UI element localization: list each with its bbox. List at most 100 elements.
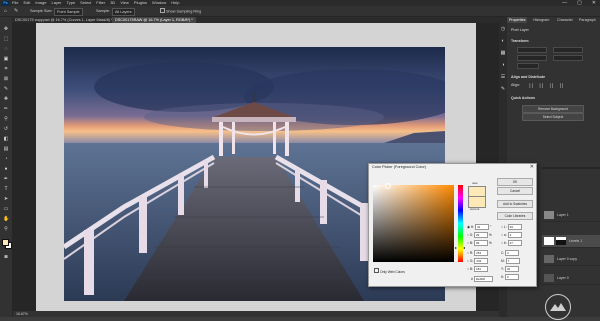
tab-histogram[interactable]: Histogram — [531, 17, 551, 23]
ok-button[interactable]: OK — [497, 178, 533, 186]
align-title[interactable]: Align and Distribute — [511, 75, 545, 79]
hue-slider[interactable]: ▸ ◂ — [455, 185, 465, 262]
layer-name: Levels 1 — [569, 239, 583, 243]
layer-thumbnail — [544, 255, 554, 263]
only-web-colors-checkbox[interactable]: Only Web Colors — [374, 268, 405, 274]
pen-tool-icon[interactable]: ✒ — [3, 177, 9, 182]
libraries-panel-icon[interactable]: ☰ — [500, 75, 506, 80]
red-input[interactable]: 253 — [474, 250, 489, 256]
tab-properties[interactable]: Properties — [507, 17, 528, 23]
rectangle-tool-icon[interactable]: ▭ — [3, 207, 9, 212]
layer-name: Layer 0 — [557, 276, 569, 280]
tab-character[interactable]: Character — [555, 17, 575, 23]
close-icon[interactable]: ✕ — [530, 164, 534, 170]
magenta-input[interactable]: 7 — [505, 258, 520, 264]
toolbar: ✥ ⬚ ◌ ▣ ⌗ ⊠ ✎ ✚ ✏ ⚲ ↺ ◧ ▤ ◔ ● ✒ T ➤ ▭ ✋ … — [0, 17, 13, 317]
yellow-input[interactable]: 32 — [504, 266, 519, 272]
align-label: Align: — [511, 83, 520, 87]
sample-select[interactable]: All Layers — [112, 8, 135, 16]
color-selection-ring[interactable] — [385, 183, 391, 189]
options-bar: ⌂ ✎ Sample Size: Point Sample Sample: Al… — [0, 6, 600, 17]
checkbox-icon — [160, 8, 165, 13]
transform-title[interactable]: Transform — [511, 39, 529, 43]
blur-tool-icon[interactable]: ◔ — [3, 157, 9, 162]
layer-thumbnail — [544, 211, 554, 219]
lab-a-input[interactable]: 2 — [507, 232, 522, 238]
frame-tool-icon[interactable]: ⊠ — [3, 77, 9, 82]
align-buttons-icon[interactable]: ▕▏▕▏▕▏▕▏ — [527, 83, 568, 88]
photoshop-logo-icon: Ps — [2, 0, 9, 6]
sample-size-select[interactable]: Point Sample — [54, 8, 83, 16]
add-to-swatches-button[interactable]: Add to Swatches — [497, 200, 533, 208]
sample-size-label: Sample Size: — [30, 9, 53, 13]
color-libraries-button[interactable]: Color Libraries — [497, 212, 533, 220]
hue-slider-left-arrow-icon[interactable]: ▸ — [455, 245, 457, 250]
percent-unit: % — [488, 232, 492, 237]
brush-settings-icon[interactable]: ✎ — [500, 87, 506, 92]
adjustments-panel-icon[interactable]: ◑ — [500, 63, 506, 68]
eyedropper-icon[interactable]: ✎ — [14, 8, 18, 14]
select-subject-button[interactable]: Select Subject — [522, 113, 584, 121]
layer-row-selected[interactable]: Levels 1 — [542, 235, 600, 248]
clone-stamp-tool-icon[interactable]: ⚲ — [3, 117, 9, 122]
hue-input[interactable]: 41 — [475, 224, 490, 230]
layer-name: Layer 0 copy — [557, 257, 578, 261]
lab-b-input[interactable]: 27 — [507, 240, 522, 246]
tab-paragraph[interactable]: Paragraph — [577, 17, 598, 23]
green-input[interactable]: 233 — [474, 258, 489, 264]
object-select-tool-icon[interactable]: ▣ — [3, 57, 9, 62]
layer-row[interactable]: Layer 0 — [542, 272, 600, 285]
saturation-brightness-field[interactable] — [373, 183, 454, 262]
width-field[interactable] — [517, 47, 547, 53]
cyan-input[interactable]: 2 — [505, 250, 520, 256]
layer-thumbnail — [544, 274, 554, 282]
color-panel-icon[interactable]: ◐ — [500, 39, 506, 44]
dodge-tool-icon[interactable]: ● — [3, 167, 9, 172]
current-color-label: current — [470, 207, 480, 211]
history-panel-icon[interactable]: ◷ — [500, 27, 506, 32]
eraser-tool-icon[interactable]: ◧ — [3, 137, 9, 142]
brightness-input[interactable]: 99 — [473, 240, 488, 246]
zoom-level[interactable]: 16.67% — [16, 312, 28, 316]
layer-thumbnail — [544, 237, 554, 245]
show-sampling-ring-checkbox[interactable]: Show Sampling Ring — [160, 8, 201, 14]
hex-input[interactable]: fde9b8 — [473, 276, 493, 282]
move-tool-icon[interactable]: ✥ — [3, 27, 9, 32]
angle-field[interactable] — [517, 63, 539, 69]
foreground-color-swatch[interactable] — [2, 239, 9, 246]
sample-label: Sample: — [96, 9, 110, 13]
show-sampling-ring-label: Show Sampling Ring — [166, 9, 202, 14]
history-brush-tool-icon[interactable]: ↺ — [3, 127, 9, 132]
marquee-tool-icon[interactable]: ⬚ — [3, 37, 9, 42]
eyedropper-tool-icon[interactable]: ✎ — [3, 87, 9, 92]
hand-tool-icon[interactable]: ✋ — [3, 217, 9, 222]
blue-input[interactable]: 184 — [473, 266, 488, 272]
path-selection-tool-icon[interactable]: ➤ — [3, 197, 9, 202]
new-color-label: new — [472, 181, 478, 185]
healing-brush-tool-icon[interactable]: ✚ — [3, 97, 9, 102]
zoom-tool-icon[interactable]: ⚲ — [3, 227, 9, 232]
cancel-button[interactable]: Cancel — [497, 187, 533, 195]
lasso-tool-icon[interactable]: ◌ — [3, 47, 9, 52]
gradient-tool-icon[interactable]: ▤ — [3, 147, 9, 152]
height-field[interactable] — [553, 47, 583, 53]
degree-unit: ° — [489, 224, 492, 229]
type-tool-icon[interactable]: T — [3, 187, 9, 192]
quick-actions-title[interactable]: Quick Actions — [511, 96, 535, 100]
lab-l-input[interactable]: 93 — [507, 224, 522, 230]
layer-name: Layer 1 — [557, 213, 569, 217]
hue-slider-right-arrow-icon[interactable]: ◂ — [463, 245, 465, 250]
dialog-title: Color Picker (Foreground Color) — [372, 165, 427, 169]
remove-background-button[interactable]: Remove Background — [522, 105, 584, 113]
y-field[interactable] — [553, 55, 583, 61]
home-icon[interactable]: ⌂ — [4, 8, 7, 14]
crop-tool-icon[interactable]: ⌗ — [3, 67, 9, 72]
quick-mask-icon[interactable]: ◙ — [3, 255, 9, 260]
layer-row[interactable]: Layer 0 copy — [542, 253, 600, 266]
swatches-panel-icon[interactable]: ▦ — [500, 51, 506, 56]
x-field[interactable] — [517, 55, 547, 61]
black-input[interactable]: 0 — [505, 274, 520, 280]
brush-tool-icon[interactable]: ✏ — [3, 107, 9, 112]
layer-row[interactable]: Layer 1 — [542, 209, 600, 222]
saturation-input[interactable]: 29 — [473, 232, 488, 238]
